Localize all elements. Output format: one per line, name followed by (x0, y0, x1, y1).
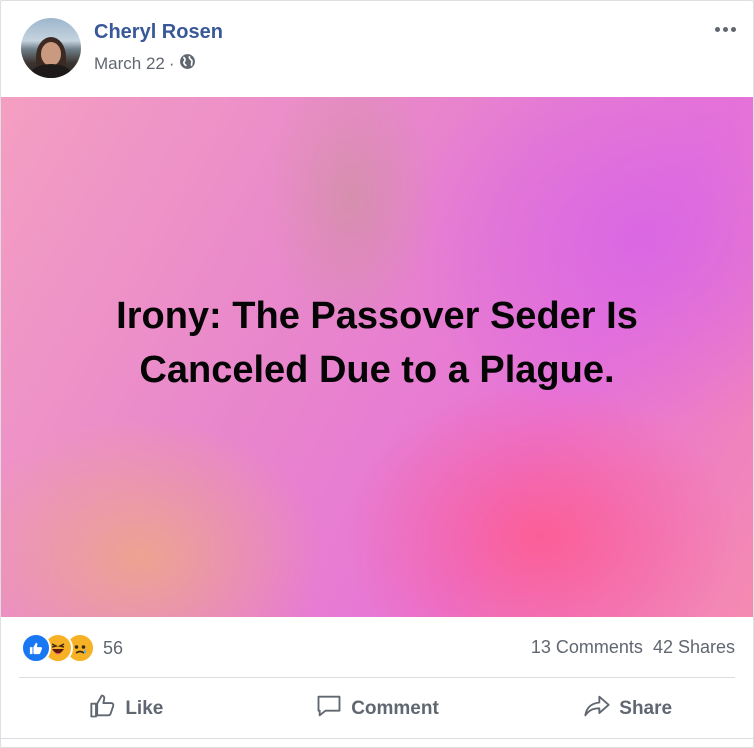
more-options-icon[interactable] (711, 19, 739, 39)
post-text: Irony: The Passover Seder Is Canceled Du… (116, 295, 638, 391)
author-avatar[interactable] (21, 18, 81, 78)
thumbs-up-icon (89, 692, 117, 726)
author-name[interactable]: Cheryl Rosen (94, 21, 223, 44)
comment-label: Comment (351, 698, 439, 719)
share-icon (583, 692, 611, 726)
like-reaction-icon (21, 633, 51, 663)
globe-icon[interactable] (179, 53, 196, 75)
post-header: Cheryl Rosen March 22 · (1, 1, 753, 97)
meta-separator: · (168, 54, 175, 73)
reaction-count[interactable]: 56 (103, 638, 123, 659)
post-date[interactable]: March 22 (94, 54, 165, 74)
actions-divider (19, 677, 735, 678)
reactions-summary[interactable]: 56 (21, 633, 123, 663)
share-button[interactable]: Share (502, 679, 753, 739)
post-stats: 56 13 Comments 42 Shares (1, 617, 753, 679)
avatar-face (41, 42, 61, 66)
avatar-body (31, 64, 71, 78)
card-bottom-divider (1, 738, 753, 739)
post-card: Cheryl Rosen March 22 · Irony: The Passo… (0, 0, 754, 748)
post-background-image: Irony: The Passover Seder Is Canceled Du… (1, 97, 753, 617)
comment-icon (315, 692, 343, 726)
like-label: Like (125, 698, 164, 719)
share-label: Share (619, 698, 673, 719)
post-meta: March 22 · (94, 53, 196, 75)
post-actions: Like Comment Share (1, 679, 753, 739)
like-button[interactable]: Like (1, 679, 252, 739)
engagement-counts: 13 Comments 42 Shares (531, 637, 735, 658)
comments-count[interactable]: 13 Comments (531, 637, 643, 658)
shares-count[interactable]: 42 Shares (653, 637, 735, 658)
comment-button[interactable]: Comment (252, 679, 503, 739)
